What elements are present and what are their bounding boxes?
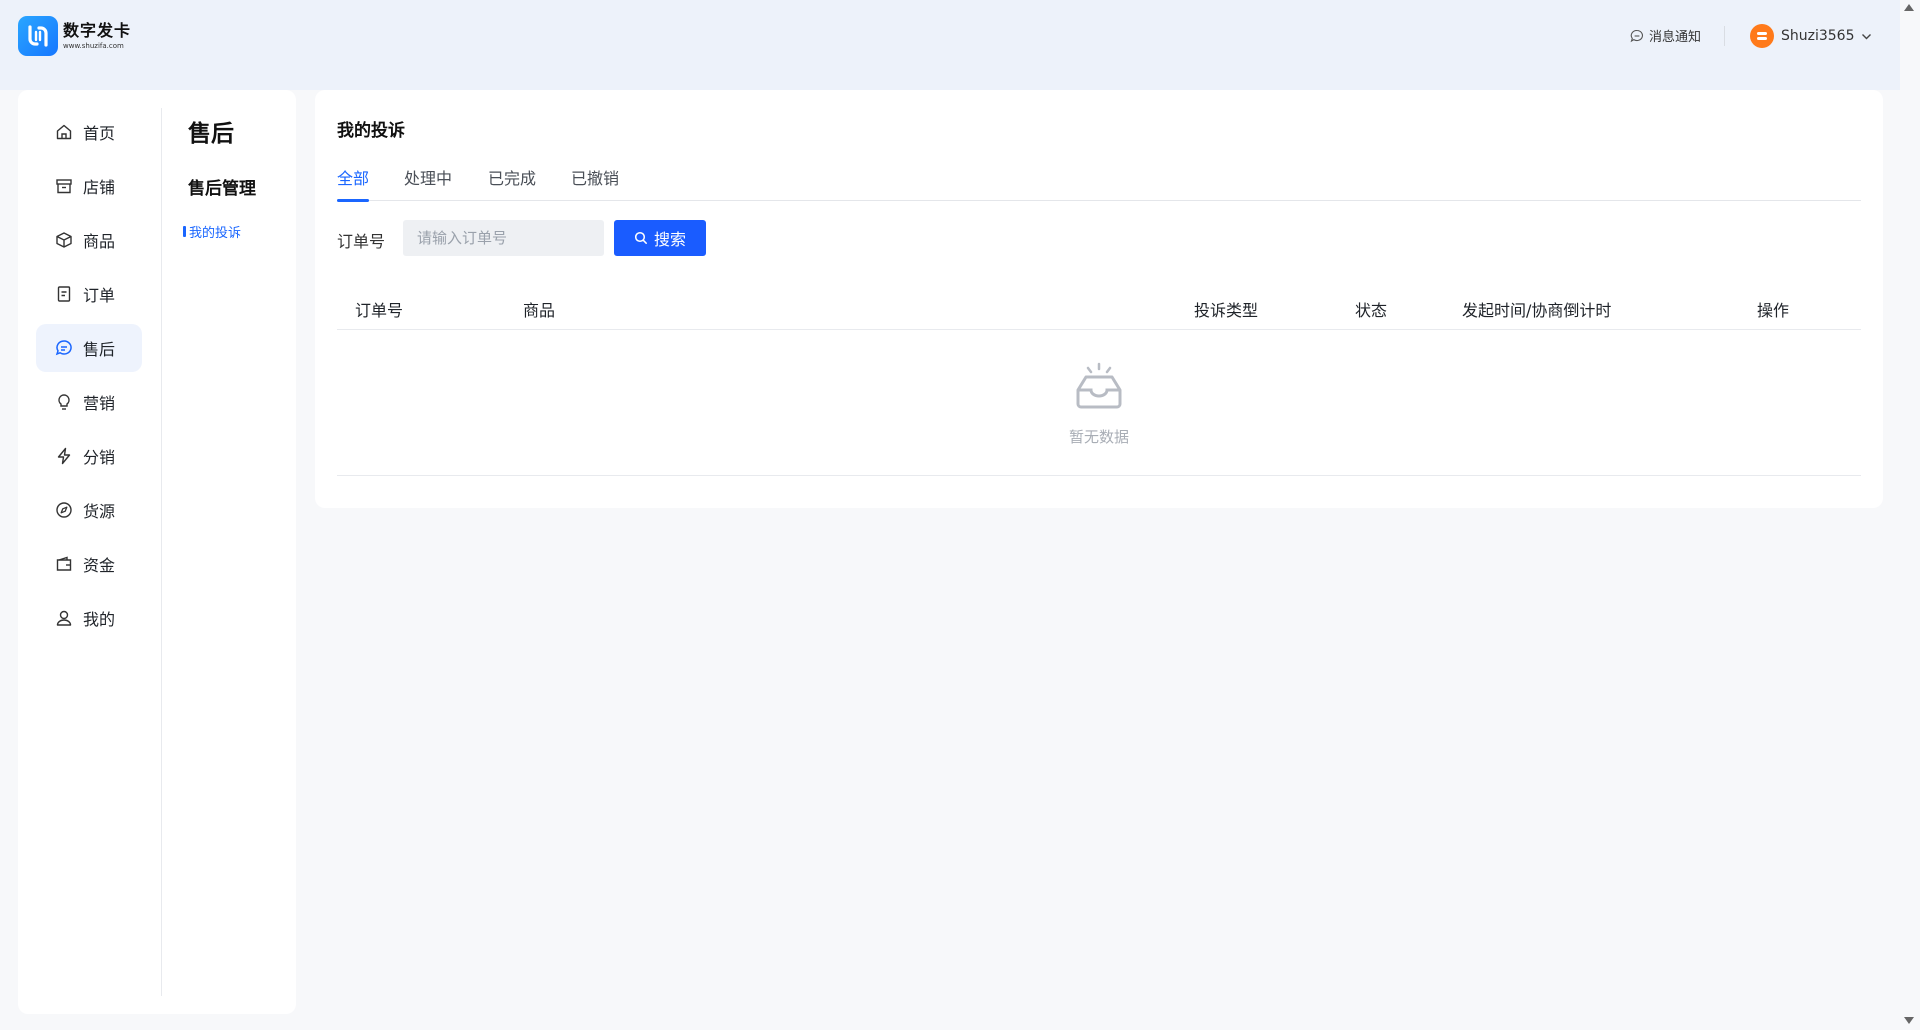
tab-label: 已完成 [488, 169, 537, 188]
user-icon [56, 610, 72, 626]
main-nav: 首页 店铺 商品 订单 售后 营销 分销 货源 资金 我的 [36, 108, 142, 648]
empty-inbox-icon [1076, 362, 1122, 409]
column-header: 发起时间/协商倒计时 [1462, 301, 1612, 320]
order-number-label: 订单号 [337, 232, 386, 251]
box-icon [56, 232, 72, 248]
active-indicator [183, 226, 186, 237]
compass-icon [56, 502, 72, 518]
user-menu[interactable]: Shuzi3565 [1750, 24, 1872, 48]
nav-item-orders[interactable]: 订单 [36, 270, 142, 318]
sidebar-divider [161, 108, 162, 996]
nav-label: 售后 [83, 340, 116, 359]
store-icon [56, 179, 72, 194]
nav-item-home[interactable]: 首页 [36, 108, 142, 156]
tab-completed[interactable]: 已完成 [488, 165, 536, 201]
nav-label: 营销 [83, 394, 116, 413]
lightbulb-icon [58, 394, 70, 410]
search-button[interactable]: 搜索 [614, 220, 706, 256]
nav-label: 首页 [83, 124, 116, 143]
search-button-label: 搜索 [653, 230, 686, 249]
scroll-down-icon[interactable] [1903, 1016, 1915, 1026]
tab-label: 全部 [337, 169, 370, 188]
nav-item-funds[interactable]: 资金 [36, 540, 142, 588]
tab-label: 已撤销 [571, 169, 620, 188]
tab-underline [337, 199, 370, 202]
subnav-item-my-complaints[interactable]: 我的投诉 [183, 222, 241, 241]
sidebar: 首页 店铺 商品 订单 售后 营销 分销 货源 资金 我的 售后 售后管理 我的… [18, 90, 296, 1014]
logo-mark-icon [18, 16, 58, 56]
logo-url: www.shuzifa.com [63, 42, 124, 50]
chat-icon [55, 340, 72, 356]
status-tabs: 全部 处理中 已完成 已撤销 [337, 165, 1861, 202]
subnav-item-label: 我的投诉 [189, 226, 242, 241]
search-icon [634, 231, 647, 244]
header-divider [1724, 26, 1725, 46]
chevron-down-icon [1861, 33, 1871, 39]
home-icon [56, 124, 72, 140]
main-content: 我的投诉 全部 处理中 已完成 已撤销 订单号 搜索 订单号 商品 投诉类型 状… [315, 90, 1883, 508]
nav-item-products[interactable]: 商品 [36, 216, 142, 264]
column-header: 投诉类型 [1194, 301, 1259, 320]
message-icon [1630, 29, 1643, 42]
nav-label: 商品 [83, 232, 116, 251]
top-header: 数字发卡 www.shuzifa.com 消息通知 Shuzi3565 [0, 0, 1900, 90]
avatar [1750, 24, 1774, 48]
table-header: 订单号 商品 投诉类型 状态 发起时间/协商倒计时 操作 [337, 280, 1861, 330]
nav-label: 我的 [83, 610, 116, 629]
empty-text: 暂无数据 [1068, 428, 1129, 446]
page-title: 我的投诉 [337, 121, 405, 141]
nav-label: 货源 [83, 502, 116, 521]
nav-label: 订单 [83, 286, 116, 305]
tab-label: 处理中 [404, 169, 453, 188]
nav-item-profile[interactable]: 我的 [36, 594, 142, 642]
nav-item-sourcing[interactable]: 货源 [36, 486, 142, 534]
column-header: 订单号 [355, 301, 404, 320]
username: Shuzi3565 [1781, 28, 1855, 44]
brand-logo[interactable]: 数字发卡 www.shuzifa.com [18, 16, 131, 56]
order-number-input[interactable] [403, 220, 604, 256]
column-header: 商品 [523, 301, 556, 320]
subnav-group: 售后管理 [188, 179, 256, 199]
logo-name: 数字发卡 [63, 21, 132, 40]
subnav-title: 售后 [188, 121, 234, 147]
nav-item-store[interactable]: 店铺 [36, 162, 142, 210]
nav-label: 店铺 [83, 178, 116, 197]
notifications-link[interactable]: 消息通知 [1630, 26, 1701, 45]
tab-cancelled[interactable]: 已撤销 [571, 165, 619, 201]
lightning-icon [57, 447, 71, 465]
tab-processing[interactable]: 处理中 [404, 165, 452, 201]
empty-state: 暂无数据 [337, 330, 1861, 476]
column-header: 状态 [1355, 301, 1388, 320]
column-header: 操作 [1757, 301, 1790, 320]
tab-all[interactable]: 全部 [337, 165, 370, 202]
document-icon [57, 286, 71, 302]
nav-item-distribution[interactable]: 分销 [36, 432, 142, 480]
nav-item-aftersales[interactable]: 售后 [36, 324, 142, 372]
nav-label: 资金 [83, 556, 116, 575]
notifications-label: 消息通知 [1649, 30, 1702, 45]
wallet-icon [56, 556, 72, 571]
scroll-up-icon[interactable] [1903, 2, 1915, 12]
nav-item-marketing[interactable]: 营销 [36, 378, 142, 426]
nav-label: 分销 [83, 448, 116, 467]
